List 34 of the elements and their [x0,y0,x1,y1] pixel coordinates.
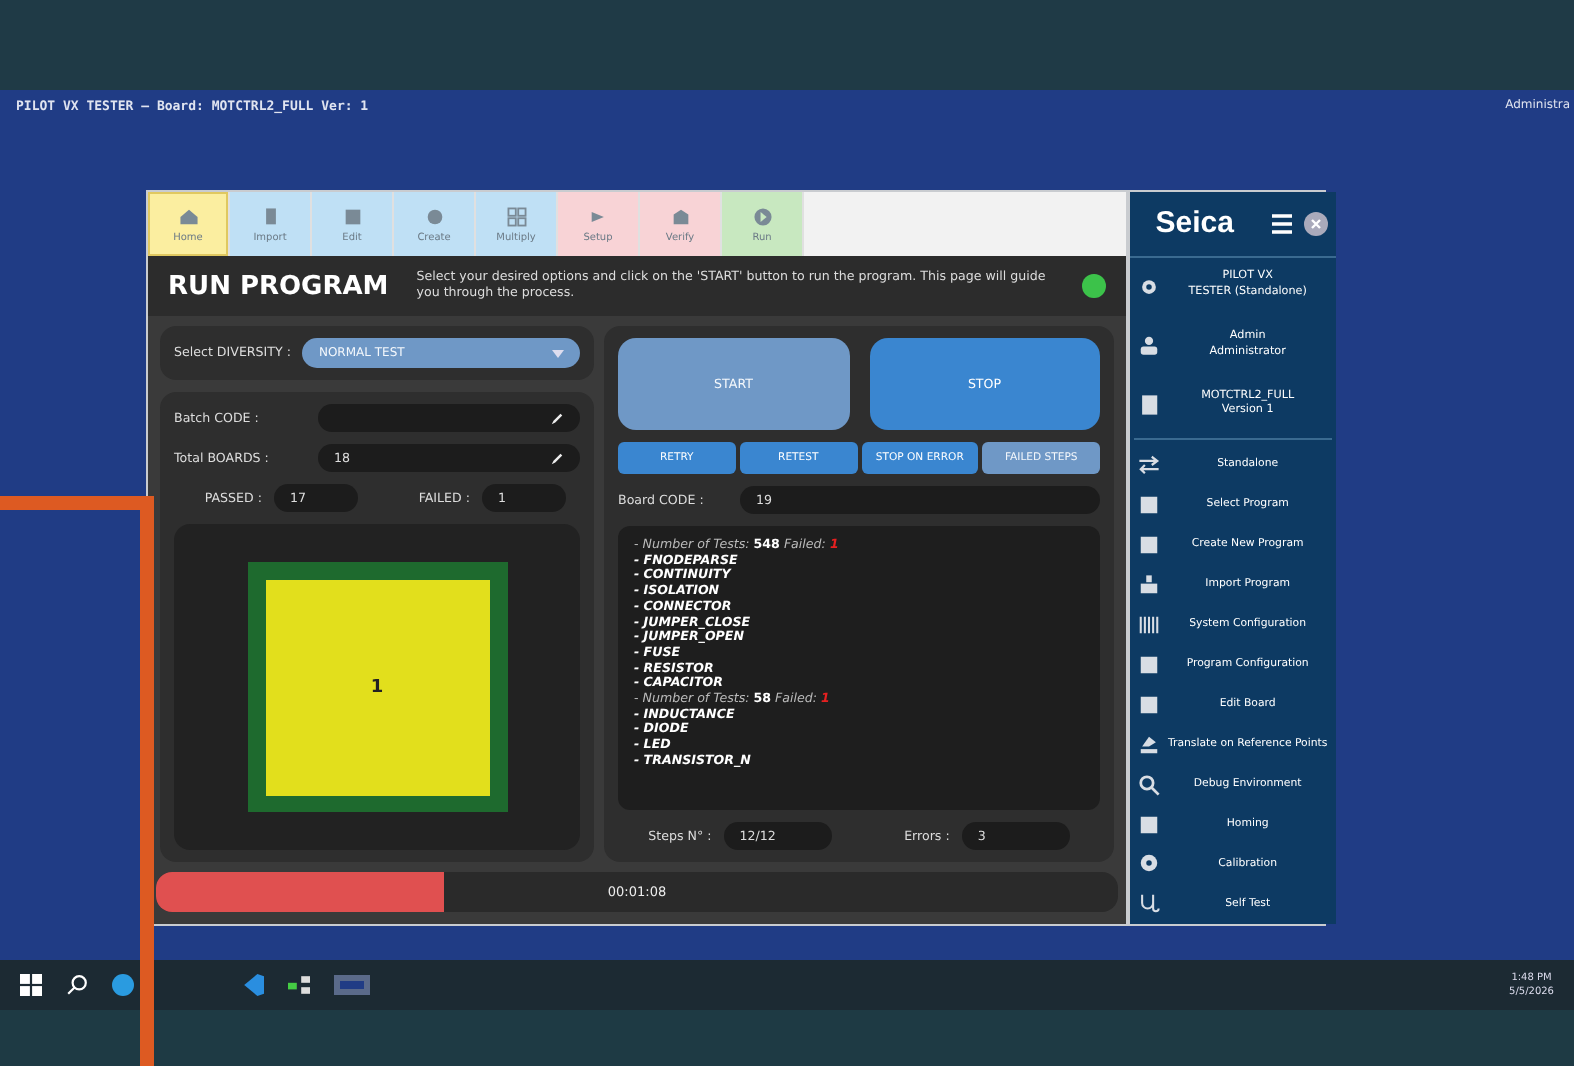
building-icon [669,205,691,227]
tile-icon [1138,653,1160,676]
pencil-icon[interactable] [550,451,564,465]
windows-icon[interactable] [20,974,42,996]
pencil-icon[interactable] [550,411,564,425]
target-icon [1138,852,1160,875]
code-editor-icon[interactable] [242,974,264,996]
tile-icon [1138,533,1160,556]
search-icon[interactable] [66,974,88,996]
play-icon [751,205,773,227]
house-icon [177,205,199,227]
search-icon [1138,773,1160,796]
board-tile[interactable]: 1 [265,579,489,795]
menu-icon[interactable] [1267,211,1296,236]
board-icon [341,205,363,227]
stetho-icon [1138,892,1160,915]
user-icon [1138,334,1160,357]
status-dot [1082,274,1106,298]
page-title: RUN PROGRAM [168,271,389,301]
swap-icon [1138,453,1160,476]
logo: Seica [1153,206,1236,241]
tile-icon [1138,693,1160,716]
network-icon[interactable] [288,974,310,996]
app-taskbar-icon[interactable] [334,974,370,996]
grid-icon [1138,613,1160,636]
tile-icon [1138,813,1160,835]
browser-icon[interactable] [112,974,134,996]
grid-icon [505,205,527,227]
file-icon [1138,393,1160,416]
caret-icon [552,349,564,357]
input-field[interactable] [318,404,580,432]
close-icon[interactable] [1303,211,1328,236]
import-icon [1138,573,1160,596]
tile-icon [1138,493,1160,516]
